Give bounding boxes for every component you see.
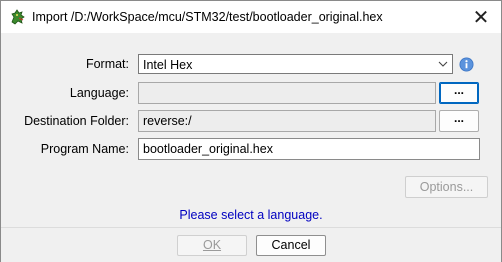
cancel-button[interactable]: Cancel: [256, 235, 326, 256]
language-field: [138, 82, 436, 104]
status-message: Please select a language.: [179, 208, 323, 222]
window-title: Import /D:/WorkSpace/mcu/STM32/test/boot…: [32, 10, 383, 24]
import-dialog: Import /D:/WorkSpace/mcu/STM32/test/boot…: [0, 0, 502, 262]
info-icon[interactable]: [459, 57, 474, 72]
language-browse-button[interactable]: ...: [439, 82, 479, 104]
cancel-button-label: Cancel: [271, 238, 311, 252]
format-select[interactable]: Intel Hex: [138, 54, 453, 74]
format-label: Format:: [85, 57, 129, 71]
destination-folder-field: reverse:/: [138, 110, 436, 132]
options-button: Options...: [405, 176, 488, 198]
close-icon: ✕: [472, 6, 490, 29]
button-bar: OK Cancel: [1, 227, 501, 262]
destination-browse-button[interactable]: ...: [439, 110, 479, 132]
ok-button: OK: [177, 235, 247, 256]
ok-button-label: OK: [202, 238, 222, 252]
format-select-value: Intel Hex: [143, 58, 193, 72]
destination-folder-label: Destination Folder:: [24, 114, 129, 128]
program-name-input[interactable]: bootloader_original.hex: [138, 138, 480, 160]
chevron-down-icon: [438, 61, 448, 67]
dragon-icon: [11, 9, 25, 25]
language-label: Language:: [69, 86, 129, 100]
dialog-body: Format: Intel Hex Language: ... Destinat…: [1, 33, 501, 227]
program-name-label: Program Name:: [40, 142, 129, 156]
title-bar: Import /D:/WorkSpace/mcu/STM32/test/boot…: [1, 1, 501, 33]
close-button[interactable]: ✕: [461, 1, 501, 33]
